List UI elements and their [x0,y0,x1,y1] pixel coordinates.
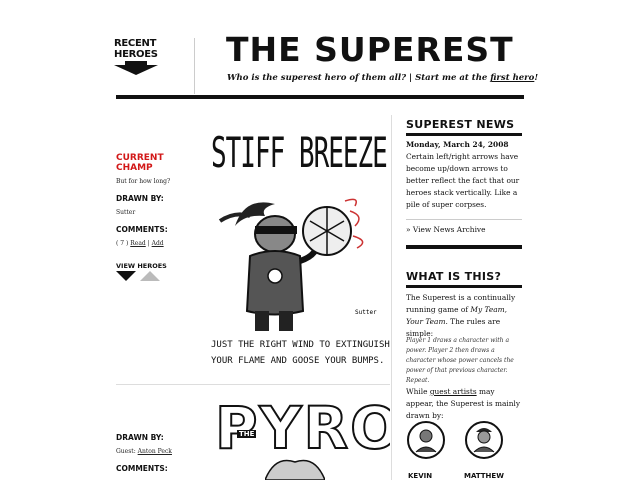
artists-intro: While guest artists may appear, the Supe… [406,386,524,422]
column-divider [391,115,392,480]
read-comments-link[interactable]: Read [130,240,146,247]
news-body: Certain left/right arrows have become up… [406,152,520,209]
news-date: Monday, March 24, 2008 [406,140,509,149]
drawn-by-value: Sutter [116,209,136,216]
drawn-by-label: DRAWN BY: [116,194,164,203]
guest-prefix: Guest: [116,448,138,455]
hero2-title-the: THE [237,430,257,438]
site-title[interactable]: THE SUPEREST [226,30,514,70]
comments-label: COMMENTS: [116,225,168,234]
comments-label-2: COMMENTS: [116,464,168,473]
view-heroes-label: VIEW HEROES [116,262,167,270]
hero-title: STIFF BREEZE [211,130,388,178]
comments-row: ( 7 ) Read | Add [116,240,164,247]
hero-artwork-stiff-breeze[interactable]: STIFF BREEZE Sutter JUST THE RIGHT WIND … [205,116,390,376]
comments-sep: | [147,240,150,247]
artist-kevin-name[interactable]: KEVIN [408,472,432,480]
what-heading: WHAT IS THIS? [406,270,502,283]
news-heading: SUPEREST NEWS [406,118,515,131]
current-line1: CURRENT [116,153,164,163]
artist-matthew-name[interactable]: MATTHEW [464,472,504,480]
current-sub: But for how long? [116,178,171,185]
tagline-suffix: ! [534,73,539,83]
view-heroes-arrows [116,271,160,281]
artist-signature: Sutter [355,309,377,316]
comments-count: ( 7 ) [116,240,129,247]
recent-heroes-label[interactable]: RECENT HEROES [114,38,162,60]
hero2-title: PYRO [214,394,390,462]
artists-intro-prefix: While [406,387,430,396]
down-arrow-icon[interactable] [114,61,158,75]
drawn-by-label-2: DRAWN BY: [116,433,164,442]
first-hero-link[interactable]: first hero [490,73,534,83]
guest-artists-link[interactable]: guest artists [430,387,477,396]
news-bottom-rule [406,245,522,249]
what-rule [406,285,522,288]
add-comment-link[interactable]: Add [152,240,164,247]
rules-text: Player 1 draws a character with a power.… [406,337,514,384]
current-line2: CHAMP [116,163,153,173]
recent-heroes-line1: RECENT [114,38,157,49]
hero-caption-line2: YOUR FLAME AND GOOSE YOUR BUMPS. [211,356,385,366]
recent-heroes-line2: HEROES [114,49,158,60]
header-rule [116,95,524,99]
stiff-breeze-illustration: Sutter [218,198,377,331]
pyro-illustration [265,459,325,480]
hero-caption-line1: JUST THE RIGHT WIND TO EXTINGUISH [211,340,390,350]
news-divider [406,219,522,220]
news-archive-link[interactable]: » View News Archive [406,224,485,236]
drawn-by-value-2: Guest: Anton Peck [116,448,172,455]
artist-matthew-avatar[interactable] [464,420,504,460]
guest-artist-link[interactable]: Anton Peck [138,448,172,455]
news-rule [406,133,522,136]
up-arrow-icon[interactable] [140,271,160,281]
header-divider [194,38,195,94]
hero-artwork-pyro[interactable]: PYRO THE [205,390,390,480]
down-arrow-icon[interactable] [116,271,136,281]
artist-kevin-avatar[interactable] [406,420,446,460]
hero-divider [116,384,390,385]
what-body: The Superest is a continually running ga… [406,292,524,340]
tagline-text: Who is the superest hero of them all? | … [227,73,491,83]
tagline: Who is the superest hero of them all? | … [227,73,538,83]
current-champ-label: CURRENT CHAMP [116,153,164,173]
